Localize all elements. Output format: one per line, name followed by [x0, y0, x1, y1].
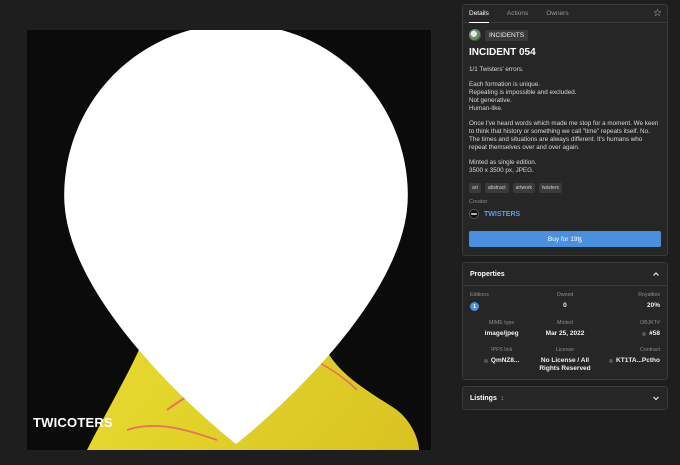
collection-badge[interactable]: INCIDENTS — [485, 29, 529, 41]
ipfs-label: IPFS link — [491, 347, 513, 353]
tag-item[interactable]: artwork — [512, 183, 536, 193]
editions-cell: Editions 1 — [470, 292, 533, 311]
collection-avatar — [469, 29, 481, 41]
details-body: INCIDENTS INCIDENT 054 1/1 Twisters' err… — [463, 23, 667, 255]
collection-row[interactable]: INCIDENTS — [469, 29, 661, 41]
creator-label: Creator — [469, 199, 488, 205]
details-card: Details Actions Owners ☆ INCIDENTS INCID… — [462, 4, 668, 256]
description-story: Once I've heard words which made me stop… — [469, 120, 659, 151]
listings-card[interactable]: Listings 1 — [462, 386, 668, 410]
description-edition: Minted as single edition. 3500 x 3500 px… — [469, 159, 537, 174]
link-icon — [609, 359, 614, 363]
objkt-cell: OBJKT# #58 — [597, 320, 660, 338]
owned-label: Owned — [556, 292, 574, 298]
objkt-value: #58 — [649, 330, 660, 337]
ipfs-cell: IPFS link QmNZ8... — [470, 347, 533, 373]
description-traits: Each formation is unique. Repeating is i… — [469, 81, 577, 112]
listings-header[interactable]: Listings 1 — [463, 387, 667, 409]
tab-owners[interactable]: Owners — [546, 5, 568, 23]
editions-label: Editions — [470, 292, 489, 298]
objkt-row[interactable]: #58 — [642, 330, 660, 338]
royalties-cell: Royalties 20% — [597, 292, 660, 311]
tag-item[interactable]: abstract — [484, 183, 509, 193]
license-value[interactable]: No License / All Rights Reserved — [533, 357, 596, 373]
minted-label: Minted — [557, 320, 573, 326]
properties-grid: Editions 1 Owned 0 Royalties 20% MIME ty… — [463, 285, 667, 379]
pin-icon — [64, 30, 408, 444]
listings-title-group: Listings 1 — [470, 395, 504, 402]
artwork-image[interactable]: TWICOTERS — [27, 30, 431, 450]
side-panel: Details Actions Owners ☆ INCIDENTS INCID… — [462, 4, 668, 410]
owned-value: 0 — [563, 302, 567, 309]
ipfs-value: QmNZ8... — [490, 357, 520, 364]
creator-name[interactable]: TWISTERS — [484, 211, 520, 218]
link-icon — [483, 359, 488, 363]
link-icon — [642, 332, 647, 336]
properties-header[interactable]: Properties — [463, 263, 667, 285]
tab-details[interactable]: Details — [469, 5, 489, 23]
license-cell: License No License / All Rights Reserved — [533, 347, 596, 373]
royalties-label: Royalties — [638, 292, 660, 298]
mime-label: MIME type — [489, 320, 515, 326]
star-icon[interactable]: ☆ — [653, 8, 662, 19]
minted-cell: Minted Mar 25, 2022 — [533, 320, 596, 338]
tag-item[interactable]: twisters — [539, 183, 562, 193]
chevron-up-icon[interactable] — [652, 270, 660, 278]
tab-bar: Details Actions Owners ☆ — [463, 5, 667, 23]
description-intro: 1/1 Twisters' errors. — [469, 66, 524, 73]
royalties-value: 20% — [646, 302, 660, 309]
contract-value: KT1TA...Pctho — [616, 357, 660, 364]
chevron-down-icon[interactable] — [652, 394, 660, 402]
ipfs-row[interactable]: QmNZ8... — [483, 357, 520, 365]
creator-avatar — [469, 209, 479, 219]
listings-count: 1 — [500, 395, 504, 402]
editions-value: 1 — [470, 302, 479, 311]
listings-title: Listings — [470, 394, 497, 402]
page-title: INCIDENT 054 — [469, 47, 536, 58]
creator-row[interactable]: TWISTERS — [469, 209, 661, 219]
properties-title: Properties — [470, 270, 505, 278]
mime-cell: MIME type image/jpeg — [470, 320, 533, 338]
mime-value: image/jpeg — [484, 330, 519, 337]
owned-cell: Owned 0 — [533, 292, 596, 311]
contract-cell: Contract KT1TA...Pctho — [597, 347, 660, 373]
license-label: License — [555, 347, 575, 353]
tag-item[interactable]: art — [469, 183, 481, 193]
buy-button[interactable]: Buy for 19ꜩ — [469, 231, 661, 247]
tag-list: art abstract artwork twisters — [469, 183, 661, 193]
tab-actions[interactable]: Actions — [507, 5, 528, 23]
properties-card: Properties Editions 1 Owned 0 Royalties … — [462, 262, 668, 380]
contract-label: Contract — [639, 347, 660, 353]
minted-value: Mar 25, 2022 — [545, 330, 585, 337]
objkt-label: OBJKT# — [639, 320, 660, 326]
contract-row[interactable]: KT1TA...Pctho — [609, 357, 660, 365]
